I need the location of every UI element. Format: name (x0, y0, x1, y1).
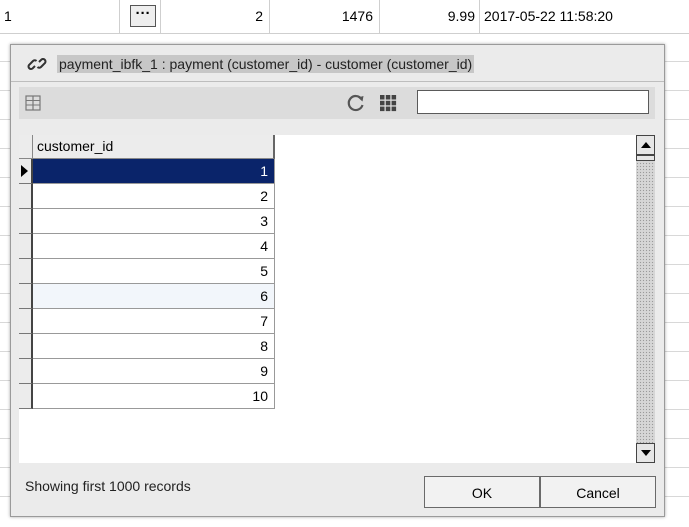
row-header[interactable] (19, 184, 33, 209)
customer-id-cell[interactable]: 9 (33, 359, 275, 384)
customer-id-cell[interactable]: 2 (33, 184, 275, 209)
arrow-down-icon (641, 450, 651, 456)
background-row: 1 ··· 2 1476 9.99 2017-05-22 11:58:20 (0, 0, 689, 34)
ok-button[interactable]: OK (424, 476, 540, 508)
table-row[interactable]: 4 (19, 234, 275, 259)
row-header[interactable] (19, 309, 33, 334)
cancel-button[interactable]: Cancel (540, 476, 656, 508)
row-header[interactable] (19, 334, 33, 359)
column-header-customer-id[interactable]: customer_id (33, 135, 275, 159)
link-icon (27, 58, 47, 70)
table-row[interactable]: 3 (19, 209, 275, 234)
dialog-title: payment_ibfk_1 : payment (customer_id) -… (57, 55, 475, 73)
ellipsis-button[interactable]: ··· (130, 5, 156, 27)
row-header[interactable] (19, 234, 33, 259)
row-header[interactable] (19, 209, 33, 234)
customer-id-cell[interactable]: 4 (33, 234, 275, 259)
customer-id-cell[interactable]: 8 (33, 334, 275, 359)
grid-view-icon[interactable] (25, 95, 41, 111)
status-text: Showing first 1000 records (25, 478, 191, 494)
customer-id-cell[interactable]: 6 (33, 284, 275, 309)
table-row[interactable]: 8 (19, 334, 275, 359)
bg-cell-rental[interactable]: 1476 (270, 0, 380, 33)
scroll-down-button[interactable] (636, 443, 655, 463)
bg-cell-staff[interactable]: 2 (160, 0, 270, 33)
row-header[interactable] (19, 284, 33, 309)
dialog-toolbar (19, 87, 655, 119)
row-header[interactable] (19, 159, 33, 184)
bg-cell-amount[interactable]: 9.99 (380, 0, 480, 33)
current-row-arrow-icon (21, 165, 28, 177)
refresh-icon[interactable] (346, 93, 366, 113)
customer-id-cell[interactable]: 5 (33, 259, 275, 284)
search-input[interactable] (417, 90, 649, 114)
customer-id-cell[interactable]: 3 (33, 209, 275, 234)
table-row[interactable]: 7 (19, 309, 275, 334)
records-grid[interactable]: customer_id 1 2 3 4 5 6 7 8 9 10 (19, 135, 655, 463)
customer-id-cell[interactable]: 7 (33, 309, 275, 334)
arrow-up-icon (641, 142, 651, 148)
scroll-up-button[interactable] (636, 135, 655, 155)
grid-corner[interactable] (19, 135, 33, 159)
row-header[interactable] (19, 384, 33, 409)
bg-cell-id[interactable]: 1 (0, 0, 120, 33)
table-row[interactable]: 5 (19, 259, 275, 284)
table-row[interactable]: 6 (19, 284, 275, 309)
scroll-thumb[interactable] (636, 155, 655, 161)
foreign-key-lookup-dialog: payment_ibfk_1 : payment (customer_id) -… (10, 44, 665, 517)
row-header[interactable] (19, 359, 33, 384)
dialog-title-bar: payment_ibfk_1 : payment (customer_id) -… (11, 45, 664, 82)
table-row[interactable]: 1 (19, 159, 275, 184)
customer-id-cell[interactable]: 10 (33, 384, 275, 409)
vertical-scrollbar[interactable] (636, 135, 655, 463)
customer-id-cell[interactable]: 1 (33, 159, 275, 184)
table-row[interactable]: 9 (19, 359, 275, 384)
table-row[interactable]: 2 (19, 184, 275, 209)
table-row[interactable]: 10 (19, 384, 275, 409)
row-header[interactable] (19, 259, 33, 284)
bg-cell-date[interactable]: 2017-05-22 11:58:20 (482, 0, 689, 33)
columns-icon[interactable] (378, 93, 398, 113)
grid-header: customer_id (19, 135, 289, 159)
